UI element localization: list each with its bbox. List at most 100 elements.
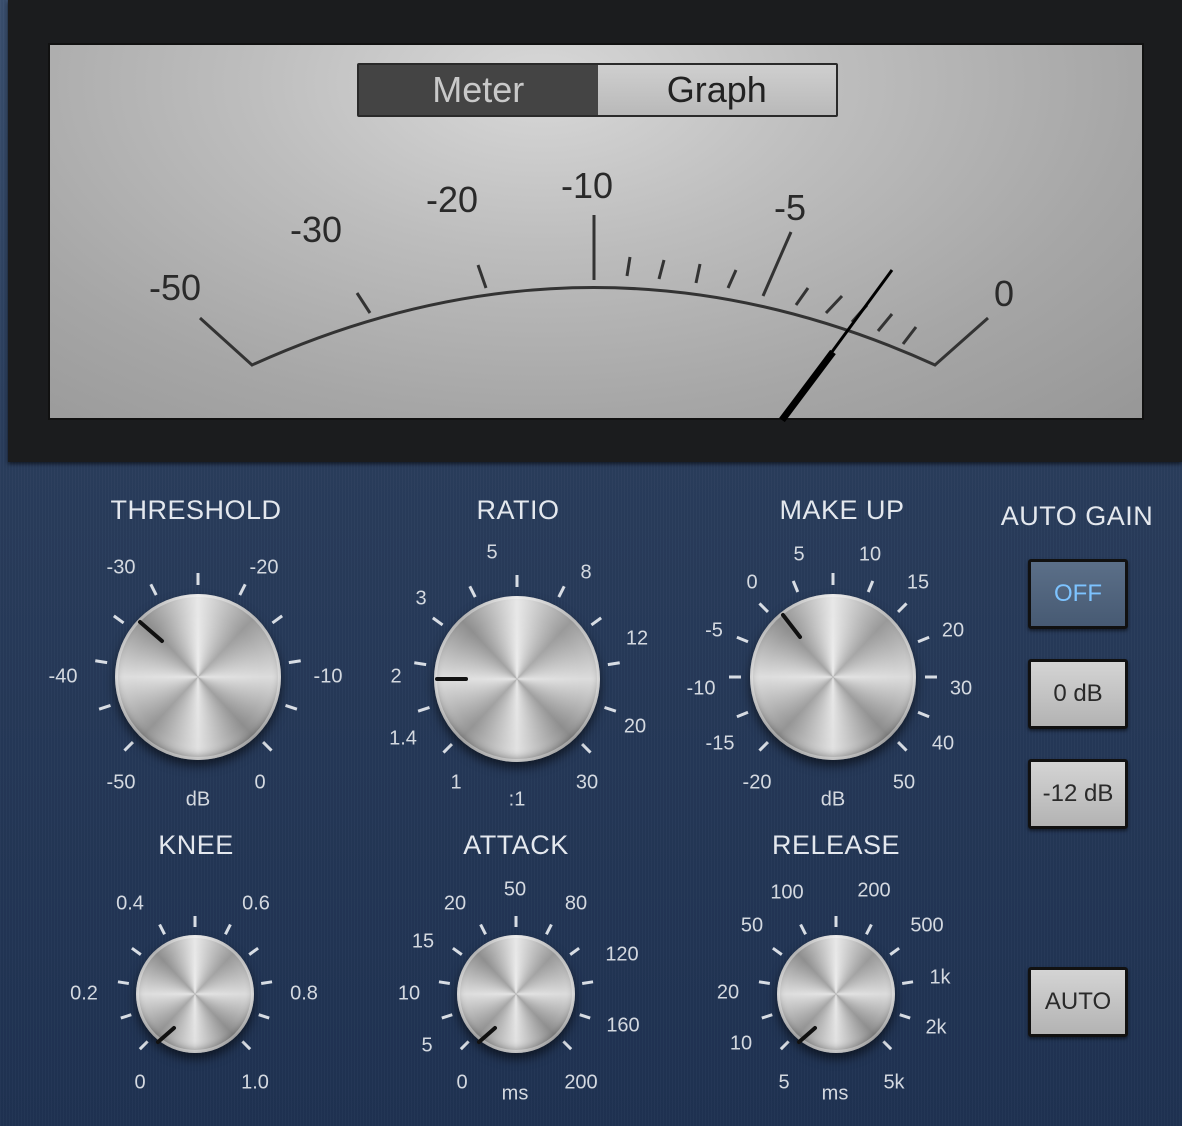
knob-tick [579,1013,591,1020]
knob-tick [248,946,259,956]
threshold-knob[interactable] [115,594,281,760]
knob-tick [241,1040,252,1051]
knob-tick [545,923,553,935]
attack-unit: ms [501,1082,529,1105]
makeup-tick: 40 [931,732,955,755]
release-tick: 50 [740,914,764,937]
knob-tick [459,1040,470,1051]
knee-tick: 0.4 [116,892,144,915]
makeup-knob[interactable] [750,594,916,760]
release-tick: 100 [770,881,804,904]
knob-tick [261,740,273,752]
knee-tick: 0.6 [242,892,270,915]
knob-tick [901,980,914,986]
knob-tick [562,1040,573,1051]
knee-knob[interactable] [136,935,254,1053]
release-unit: ms [821,1082,849,1105]
knob-tick [899,1013,911,1020]
release-tick: 500 [910,914,944,937]
release-tick: 2k [925,1016,947,1039]
attack-tick: 0 [456,1071,468,1094]
knob-tick [772,946,783,956]
threshold-unit: dB [185,788,211,811]
knob-tick [736,635,749,644]
knob-tick [468,585,477,598]
release-tick: 10 [729,1032,753,1055]
knob-tick [917,710,930,719]
knob-tick [452,946,463,956]
release-tick: 1k [929,966,951,989]
makeup-unit: dB [820,788,846,811]
knob-tick [917,635,930,644]
knob-tick [288,659,301,665]
knob-tick [224,923,232,935]
knob-tick [479,923,487,935]
knob-tick [238,583,247,596]
ratio-tick: 30 [575,771,599,794]
knee-tick: 0.8 [290,982,318,1005]
ratio-tick: 3 [415,587,427,610]
knob-tick [569,946,580,956]
attack-tick: 160 [606,1014,640,1037]
knob-tick [581,980,594,986]
knob-tick [799,923,807,935]
ratio-tick: 1.4 [389,727,417,750]
knob-tick [590,616,603,627]
knob-tick [117,980,130,986]
attack-tick: 15 [411,930,435,953]
knob-tick [285,704,298,711]
attack-tick: 5 [421,1034,433,1057]
knob-tick [866,580,875,593]
threshold-tick: 0 [254,771,266,794]
knob-tick [865,923,873,935]
attack-knob[interactable] [457,935,575,1053]
release-knob[interactable] [777,935,895,1053]
makeup-tick: 0 [746,571,758,594]
knob-tick [758,980,771,986]
knob-tick [95,659,108,665]
makeup-tick: -15 [705,732,735,755]
knob-tick [271,614,284,625]
knob-tick [882,1040,893,1051]
knob-tick [131,946,142,956]
ratio-unit: :1 [508,788,526,811]
ratio-knob[interactable] [434,596,600,762]
knob-tick [120,1013,132,1020]
threshold-tick: -20 [249,556,279,579]
makeup-tick: -20 [742,771,772,794]
attack-tick: 80 [564,892,588,915]
auto-gain-12db-button[interactable]: -12 dB [1028,759,1128,829]
release-tick: 5k [883,1071,905,1094]
attack-tick: 120 [605,943,639,966]
knob-tick [896,602,908,614]
knob-tick [112,614,125,625]
knob-tick [758,602,770,614]
attack-tick: 10 [397,982,421,1005]
knob-tick [258,1013,270,1020]
knob-tick [580,742,592,754]
attack-tick: 50 [503,878,527,901]
release-tick: 5 [778,1071,790,1094]
ratio-tick: 1 [450,771,462,794]
knob-tick [896,740,908,752]
knob-tick [791,580,800,593]
knob-tick [417,706,430,713]
knob-tick [604,706,617,713]
auto-gain-0db-button[interactable]: 0 dB [1028,659,1128,729]
knob-tick [98,704,111,711]
knob-tick [431,616,444,627]
makeup-tick: 10 [858,543,882,566]
knob-tick [149,583,158,596]
knob-tick [158,923,166,935]
auto-button[interactable]: AUTO [1028,967,1128,1037]
attack-tick: 20 [443,892,467,915]
release-tick: 20 [716,981,740,1004]
makeup-tick: -10 [686,677,716,700]
knee-tick: 0 [134,1071,146,1094]
auto-gain-off-button[interactable]: OFF [1028,559,1128,629]
threshold-tick: -40 [48,665,78,688]
ratio-tick: 5 [486,541,498,564]
ratio-tick: 20 [623,715,647,738]
knob-tick [138,1040,149,1051]
ratio-tick: 12 [625,627,649,650]
